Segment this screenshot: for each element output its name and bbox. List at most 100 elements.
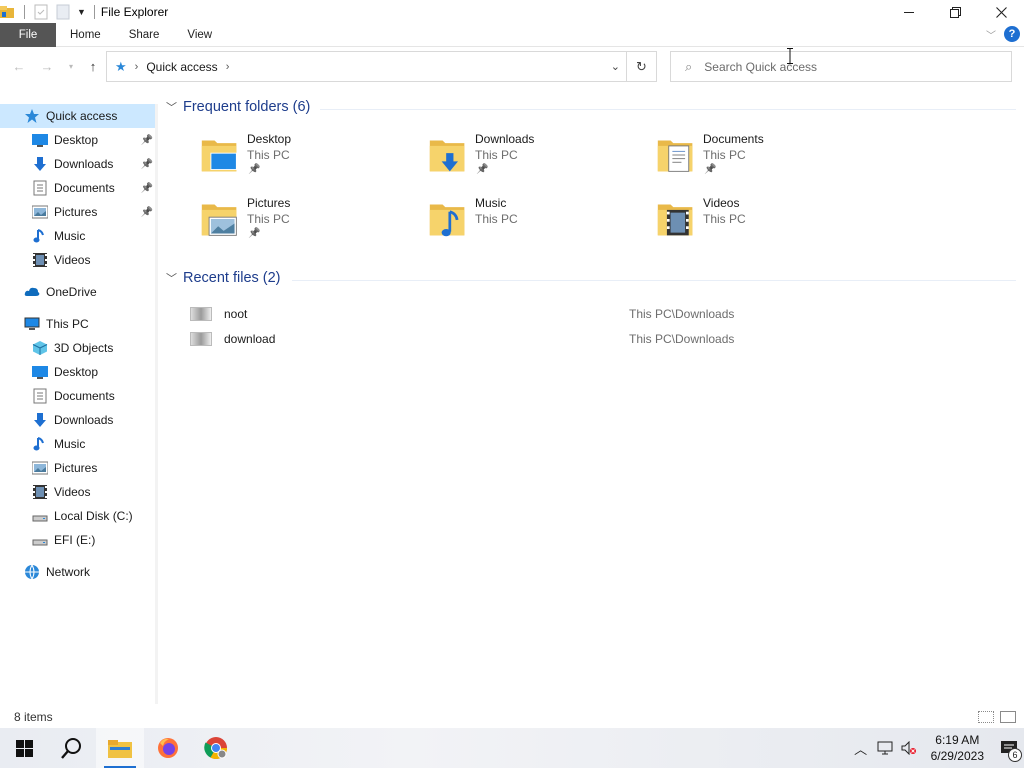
chevron-right-icon[interactable]: › bbox=[226, 61, 230, 73]
sidebar-item-label: Documents bbox=[54, 389, 115, 403]
sidebar-item-quick-access[interactable]: Quick access bbox=[0, 104, 157, 128]
tab-share[interactable]: Share bbox=[115, 23, 174, 47]
network-tray-icon[interactable] bbox=[873, 728, 897, 768]
recent-files-header[interactable]: ﹀ Recent files (2) bbox=[166, 270, 281, 286]
sidebar-item-3d-objects[interactable]: 3D Objects bbox=[0, 336, 157, 360]
address-bar[interactable]: ★ › Quick access › ⌄ ↻ bbox=[106, 51, 657, 82]
sidebar-item-desktop[interactable]: Desktop bbox=[0, 360, 157, 384]
sidebar-item-this-pc[interactable]: This PC bbox=[0, 312, 157, 336]
sidebar-item-label: This PC bbox=[46, 317, 89, 331]
sidebar-item-label: Music bbox=[54, 437, 86, 451]
breadcrumb-quick-access[interactable]: Quick access bbox=[146, 60, 217, 74]
taskbar-search-button[interactable] bbox=[48, 728, 96, 768]
details-view-icon[interactable] bbox=[978, 711, 994, 723]
minimize-icon bbox=[903, 11, 914, 13]
tab-home[interactable]: Home bbox=[56, 23, 115, 47]
group-divider bbox=[292, 280, 1016, 281]
star-icon bbox=[24, 108, 40, 124]
chevron-right-icon[interactable]: › bbox=[135, 61, 139, 73]
window-title: File Explorer bbox=[100, 5, 169, 19]
up-button[interactable]: ↑ bbox=[84, 58, 102, 76]
sidebar-item-efi-e[interactable]: EFI (E:) bbox=[0, 528, 157, 552]
sidebar-item-pictures[interactable]: Pictures bbox=[0, 456, 157, 480]
folder-location: This PC bbox=[247, 212, 290, 226]
sidebar-item-local-disk-c[interactable]: Local Disk (C:) bbox=[0, 504, 157, 528]
refresh-button[interactable]: ↻ bbox=[626, 52, 656, 81]
folder-name: Desktop bbox=[247, 132, 292, 146]
back-button[interactable]: ← bbox=[10, 58, 28, 76]
recent-file-name: noot bbox=[224, 307, 248, 321]
pictures-icon bbox=[32, 460, 48, 476]
sidebar-item-documents[interactable]: Documents bbox=[0, 384, 157, 408]
folder-location: This PC bbox=[475, 212, 518, 226]
large-icons-view-icon[interactable] bbox=[1000, 711, 1016, 723]
search-icon bbox=[61, 738, 81, 759]
firefox-icon bbox=[158, 738, 178, 758]
expand-ribbon-icon[interactable]: ﹀ bbox=[986, 27, 996, 42]
forward-arrow-icon: → bbox=[40, 59, 54, 74]
properties-icon[interactable] bbox=[33, 4, 49, 20]
sidebar-item-network[interactable]: Network bbox=[0, 560, 157, 584]
customize-toolbar-dropdown[interactable]: ▼ bbox=[77, 7, 86, 17]
taskbar-file-explorer[interactable] bbox=[96, 728, 144, 768]
sidebar-item-videos[interactable]: Videos bbox=[0, 248, 157, 272]
folder-desktop-icon bbox=[201, 140, 237, 172]
taskbar-chrome[interactable] bbox=[192, 728, 240, 768]
tab-file[interactable]: File bbox=[0, 22, 56, 47]
start-button[interactable] bbox=[0, 728, 48, 768]
sidebar-item-label: Quick access bbox=[46, 109, 118, 123]
group-divider bbox=[320, 109, 1016, 110]
forward-button[interactable]: → bbox=[38, 58, 56, 76]
navigation-pane-scrollbar[interactable] bbox=[155, 104, 158, 704]
recent-file-row[interactable]: download This PC\Downloads bbox=[190, 328, 1010, 350]
recent-file-row[interactable]: noot This PC\Downloads bbox=[190, 303, 1010, 325]
network-icon bbox=[877, 741, 893, 755]
search-box[interactable]: ⌕ bbox=[670, 51, 1012, 82]
chevron-down-icon[interactable]: ﹀ bbox=[166, 99, 177, 115]
sidebar-item-downloads[interactable]: Downloads bbox=[0, 408, 157, 432]
frequent-folders-header[interactable]: ﹀ Frequent folders (6) bbox=[166, 99, 310, 115]
sidebar-item-documents[interactable]: Documents 📌 bbox=[0, 176, 157, 200]
chevron-down-icon[interactable]: ﹀ bbox=[166, 270, 177, 286]
show-hidden-icons-button[interactable]: ︿ bbox=[849, 728, 873, 768]
image-thumbnail-icon bbox=[190, 307, 212, 321]
restore-button[interactable] bbox=[932, 0, 978, 24]
file-explorer-window: ▼ File Explorer File Home Share View ﹀ ?… bbox=[0, 0, 1024, 728]
folder-downloads-icon bbox=[429, 140, 465, 172]
folder-tile-videos[interactable]: Videos This PC bbox=[656, 196, 876, 252]
sidebar-item-label: Downloads bbox=[54, 413, 114, 427]
search-input[interactable] bbox=[704, 59, 985, 74]
sidebar-item-music[interactable]: Music bbox=[0, 224, 157, 248]
taskbar-firefox[interactable] bbox=[144, 728, 192, 768]
recent-locations-button[interactable]: ▾ bbox=[62, 58, 80, 76]
sidebar-item-downloads[interactable]: Downloads 📌 bbox=[0, 152, 157, 176]
folder-tile-documents[interactable]: Documents This PC 📌 bbox=[656, 132, 876, 188]
folder-pictures-icon bbox=[201, 204, 237, 236]
sidebar-item-music[interactable]: Music bbox=[0, 432, 157, 456]
sidebar-item-videos[interactable]: Videos bbox=[0, 480, 157, 504]
folder-name: Downloads bbox=[475, 132, 535, 146]
action-center-button[interactable]: 6 bbox=[994, 728, 1024, 768]
folder-tile-music[interactable]: Music This PC bbox=[428, 196, 648, 252]
clock[interactable]: 6:19 AM 6/29/2023 bbox=[931, 732, 984, 764]
pin-icon: 📌 bbox=[704, 164, 717, 175]
folder-tile-pictures[interactable]: Pictures This PC 📌 bbox=[200, 196, 420, 252]
file-explorer-icon bbox=[108, 740, 132, 758]
clock-date: 6/29/2023 bbox=[930, 749, 984, 763]
tab-view[interactable]: View bbox=[173, 23, 226, 47]
new-folder-icon[interactable] bbox=[55, 4, 71, 20]
sidebar-item-pictures[interactable]: Pictures 📌 bbox=[0, 200, 157, 224]
sidebar-item-desktop[interactable]: Desktop 📌 bbox=[0, 128, 157, 152]
folder-tile-downloads[interactable]: Downloads This PC 📌 bbox=[428, 132, 648, 188]
folder-tile-desktop[interactable]: Desktop This PC 📌 bbox=[200, 132, 420, 188]
folder-music-icon bbox=[429, 204, 465, 237]
sidebar-item-onedrive[interactable]: OneDrive bbox=[0, 280, 157, 304]
folder-name: Videos bbox=[703, 196, 740, 210]
pin-icon: 📌 bbox=[248, 164, 261, 175]
help-icon[interactable]: ? bbox=[1004, 26, 1020, 42]
volume-tray-icon[interactable] bbox=[897, 728, 921, 768]
address-history-dropdown[interactable]: ⌄ bbox=[611, 60, 620, 73]
close-button[interactable] bbox=[978, 0, 1024, 24]
folder-videos-icon bbox=[657, 204, 693, 236]
minimize-button[interactable] bbox=[886, 0, 932, 24]
